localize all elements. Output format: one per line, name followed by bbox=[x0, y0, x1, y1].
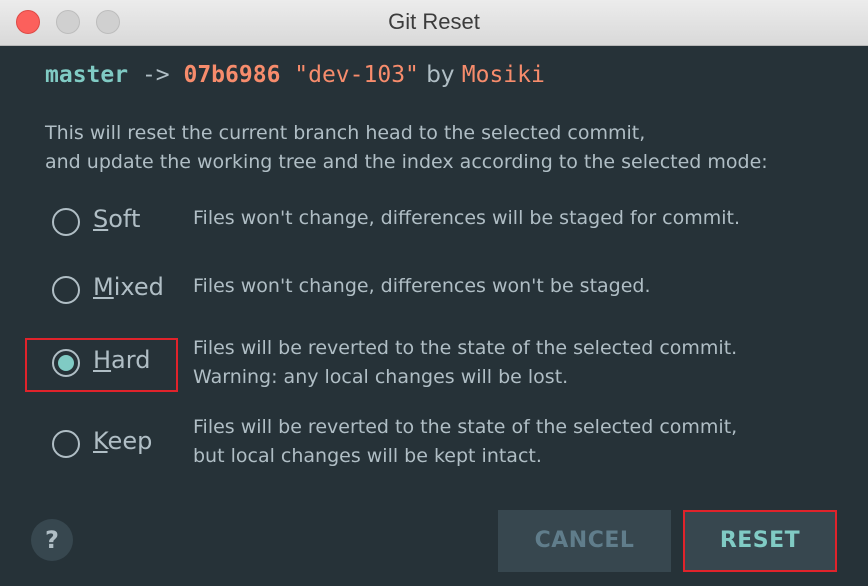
git-reset-dialog: Git Reset master -> 07b6986 "dev-103" by… bbox=[0, 0, 868, 586]
option-keep-label[interactable]: Keep bbox=[93, 427, 152, 455]
cancel-button[interactable]: CANCEL bbox=[498, 510, 671, 572]
option-hard-description: Files will be reverted to the state of t… bbox=[193, 334, 737, 392]
radio-keep[interactable] bbox=[52, 430, 80, 458]
commit-author: Mosiki bbox=[461, 62, 545, 88]
commit-header: master -> 07b6986 "dev-103" by Mosiki bbox=[45, 62, 545, 88]
option-keep-label-rest: eep bbox=[107, 427, 153, 455]
option-hard-label[interactable]: Hard bbox=[93, 346, 150, 374]
option-soft-label[interactable]: Soft bbox=[93, 205, 140, 233]
radio-hard[interactable] bbox=[52, 349, 80, 377]
option-hard-desc-line-1: Files will be reverted to the state of t… bbox=[193, 337, 738, 359]
description-line-1: This will reset the current branch head … bbox=[45, 122, 646, 144]
window-title: Git Reset bbox=[388, 9, 480, 34]
reset-description: This will reset the current branch head … bbox=[45, 119, 768, 177]
option-keep-description: Files will be reverted to the state of t… bbox=[193, 413, 737, 471]
option-mixed-label-rest: ixed bbox=[113, 273, 164, 301]
option-hard-label-rest: ard bbox=[111, 346, 151, 374]
option-keep-desc-line-2: but local changes will be kept intact. bbox=[193, 445, 542, 467]
help-icon[interactable]: ? bbox=[31, 519, 73, 561]
option-hard-desc-line-2: Warning: any local changes will be lost. bbox=[193, 366, 569, 388]
commit-hash: 07b6986 bbox=[183, 62, 281, 88]
commit-message: "dev-103" bbox=[280, 62, 419, 88]
option-mixed-desc-line-1: Files won't change, differences won't be… bbox=[193, 275, 651, 297]
arrow-separator: -> bbox=[128, 62, 184, 88]
option-mixed-label[interactable]: Mixed bbox=[93, 273, 164, 301]
option-hard-mnemonic: H bbox=[93, 346, 112, 374]
title-bar: Git Reset bbox=[0, 0, 868, 46]
option-soft-mnemonic: S bbox=[93, 205, 109, 233]
option-mixed-mnemonic: M bbox=[93, 273, 114, 301]
radio-mixed[interactable] bbox=[52, 276, 80, 304]
by-label: by bbox=[418, 62, 462, 88]
option-soft-label-rest: oft bbox=[108, 205, 141, 233]
description-line-2: and update the working tree and the inde… bbox=[45, 151, 768, 173]
option-soft-desc-line-1: Files won't change, differences will be … bbox=[193, 207, 741, 229]
radio-soft[interactable] bbox=[52, 208, 80, 236]
option-keep-desc-line-1: Files will be reverted to the state of t… bbox=[193, 416, 738, 438]
option-soft-description: Files won't change, differences will be … bbox=[193, 204, 740, 233]
reset-button[interactable]: RESET bbox=[683, 510, 837, 572]
option-mixed-description: Files won't change, differences won't be… bbox=[193, 272, 651, 301]
branch-name: master bbox=[45, 62, 129, 88]
option-keep-mnemonic: K bbox=[93, 427, 108, 455]
radio-hard-dot bbox=[58, 355, 74, 371]
